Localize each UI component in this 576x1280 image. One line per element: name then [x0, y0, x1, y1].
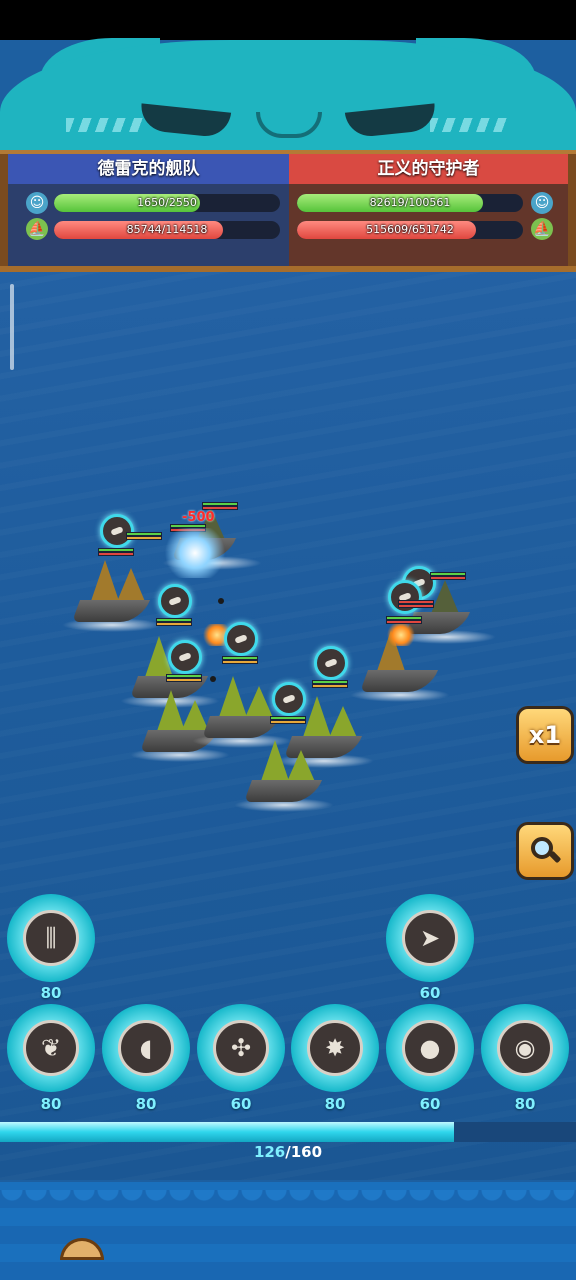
zoom-button[interactable] — [516, 822, 574, 880]
ship-hp-mini — [222, 656, 258, 665]
torpedo-volley-icon: ⫼ — [45, 924, 57, 952]
skill-cost: 80 — [324, 1095, 346, 1113]
game-screen: 德雷克的舰队 ☺ ⛵ 1650/2550 85744/114518 正义的守护者… — [0, 0, 576, 1280]
shark-icon: ➤ — [419, 924, 441, 952]
cannonball-icon: ● — [419, 1034, 441, 1062]
ship-hp-bar-right: 515609/651742 — [297, 221, 523, 239]
battle-scoreboard: 德雷克的舰队 ☺ ⛵ 1650/2550 85744/114518 正义的守护者… — [0, 150, 576, 272]
cannonball — [218, 598, 224, 604]
ship-player[interactable] — [62, 560, 166, 632]
crew-hp-text-left: 1650/2550 — [137, 196, 197, 209]
energy-bar — [0, 1122, 576, 1142]
skill-cost: 80 — [40, 984, 62, 1002]
magnifier-icon — [531, 837, 562, 865]
cat-whisker-right — [430, 118, 510, 132]
ship-hp-text-left: 85744/114518 — [126, 223, 208, 236]
skill-button-strike[interactable]: ✸ — [291, 1004, 379, 1092]
skill-cost: 60 — [230, 1095, 252, 1113]
ship-hp-mini — [98, 548, 134, 557]
ship-skill-indicator — [224, 622, 258, 656]
crew-hp-text-right: 82619/100561 — [369, 196, 451, 209]
ship-hp-mini — [270, 716, 306, 725]
ship-hp-mini — [156, 618, 192, 627]
crew-icon: ☺ — [26, 192, 48, 214]
ship-skill-indicator — [314, 646, 348, 680]
team-panel-right: 正义的守护者 82619/100561 515609/651742 ☺ ⛵ — [289, 154, 568, 266]
speed-toggle-button[interactable]: x1 — [516, 706, 574, 764]
ship-skill-indicator — [158, 584, 192, 618]
ship-player[interactable] — [234, 740, 334, 812]
team-panel-left: 德雷克的舰队 ☺ ⛵ 1650/2550 85744/114518 — [8, 154, 289, 266]
skill-button-horn[interactable]: ◖ — [102, 1004, 190, 1092]
ship-hp-mini — [312, 680, 348, 689]
team-name-left: 德雷克的舰队 — [8, 154, 289, 184]
speed-label: x1 — [528, 721, 562, 749]
status-bar-area — [0, 0, 576, 40]
skill-button-cannonball[interactable]: ● — [386, 1004, 474, 1092]
energy-current: 126 — [253, 1143, 286, 1161]
ship-icon: ⛵ — [531, 218, 553, 240]
skill-cost: 80 — [40, 1095, 62, 1113]
cat-whisker-left — [66, 118, 146, 132]
energy-counter: 126/160 — [0, 1143, 576, 1161]
winged-emblem-icon: ❦ — [40, 1034, 62, 1062]
ship-hp-mini — [166, 674, 202, 683]
ship-icon: ⛵ — [26, 218, 48, 240]
water-splash-effect — [160, 528, 230, 578]
skill-cost: 60 — [419, 1095, 441, 1113]
cat-banner — [0, 40, 576, 160]
skill-cost: 60 — [419, 984, 441, 1002]
ship-hp-text-right: 515609/651742 — [366, 223, 454, 236]
ship-hp-mini — [398, 600, 434, 609]
ship-skill-indicator — [100, 514, 134, 548]
bottom-waves — [0, 1182, 576, 1280]
ship-hp-bar-left: 85744/114518 — [54, 221, 280, 239]
crew-hp-bar-left: 1650/2550 — [54, 194, 280, 212]
skill-button-bomb[interactable]: ◉ — [481, 1004, 569, 1092]
ship-hp-mini — [430, 572, 466, 581]
ship-skill-indicator — [272, 682, 306, 716]
energy-max: /160 — [285, 1143, 323, 1161]
helm-wheel-icon: ✣ — [230, 1034, 252, 1062]
skill-button-wings[interactable]: ❦ — [7, 1004, 95, 1092]
ship-hp-mini — [126, 532, 162, 541]
horn-icon: ◖ — [139, 1034, 153, 1062]
skill-cost: 80 — [514, 1095, 536, 1113]
skill-button-helm[interactable]: ✣ — [197, 1004, 285, 1092]
skill-button-torpedo[interactable]: ⫼ — [7, 894, 95, 982]
ship-skill-indicator — [168, 640, 202, 674]
skill-cost: 80 — [135, 1095, 157, 1113]
energy-bar-fill — [0, 1122, 454, 1142]
cannon-fire-effect — [386, 624, 416, 646]
damage-popup: -500 — [182, 510, 215, 525]
bomb-icon: ◉ — [514, 1034, 536, 1062]
team-name-right: 正义的守护者 — [289, 154, 568, 184]
crew-icon: ☺ — [531, 192, 553, 214]
strike-icon: ✸ — [324, 1034, 346, 1062]
crew-hp-bar-right: 82619/100561 — [297, 194, 523, 212]
scroll-indicator[interactable] — [10, 284, 14, 370]
skill-button-shark[interactable]: ➤ — [386, 894, 474, 982]
